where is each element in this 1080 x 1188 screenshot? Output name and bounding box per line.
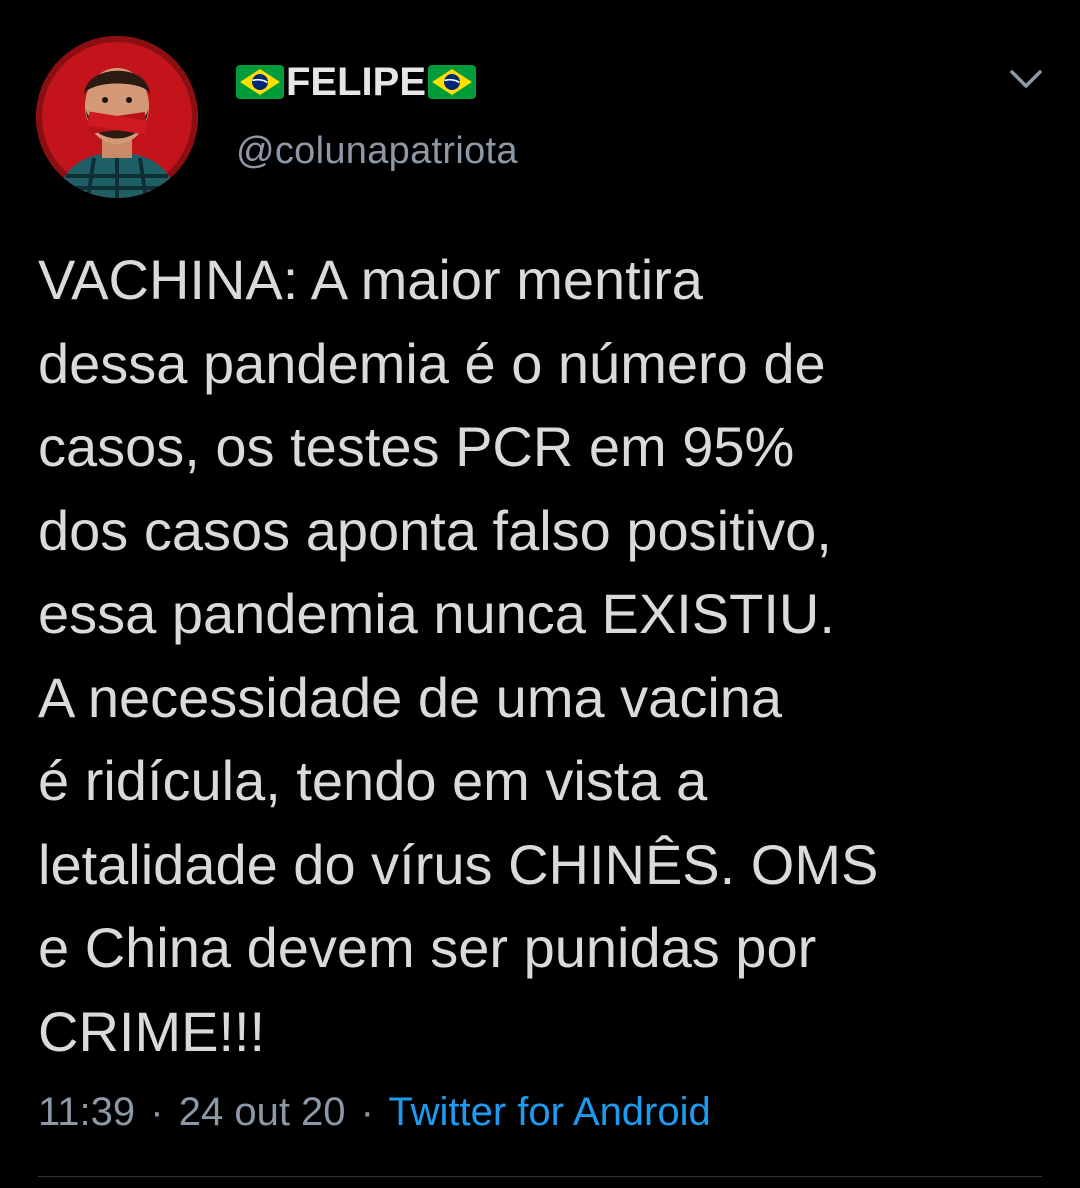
brazil-flag-icon (428, 65, 477, 99)
display-name[interactable]: FELIPE (236, 54, 518, 110)
tweet-text: VACHINA: A maior mentira dessa pandemia … (38, 248, 879, 1063)
meta-separator: · (360, 1090, 374, 1134)
tweet-meta: 11:39 · 24 out 20 · Twitter for Android (38, 1084, 711, 1140)
tweet-date[interactable]: 24 out 20 (179, 1090, 346, 1134)
tweet: FELIPE @colunapatriota VACHINA: A maior … (0, 0, 1080, 1188)
meta-separator: · (150, 1090, 164, 1134)
brazil-flag-icon (236, 65, 284, 99)
divider (38, 1176, 1042, 1177)
display-name-text: FELIPE (286, 59, 427, 104)
tweet-source-link[interactable]: Twitter for Android (388, 1090, 710, 1134)
user-avatar-icon (36, 36, 198, 198)
author-names: FELIPE @colunapatriota (236, 54, 518, 173)
user-handle[interactable]: @colunapatriota (236, 130, 518, 173)
chevron-down-icon[interactable] (1008, 64, 1044, 94)
tweet-time[interactable]: 11:39 (38, 1090, 135, 1134)
tweet-header: FELIPE @colunapatriota (36, 36, 1044, 200)
avatar[interactable] (36, 36, 198, 198)
